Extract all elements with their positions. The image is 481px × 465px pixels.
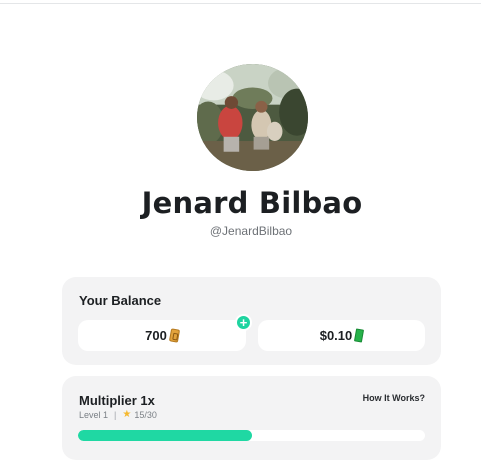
level-row: Level 1 | ★ 15/30 — [79, 409, 157, 420]
top-divider — [0, 3, 481, 4]
coin-balance-value: 700 — [145, 328, 167, 343]
cash-balance[interactable]: $0.10 — [258, 320, 425, 351]
profile-handle: @JenardBilbao — [209, 224, 293, 238]
multiplier-progress-bar — [78, 430, 425, 441]
multiplier-title: Multiplier 1x — [79, 393, 155, 408]
avatar[interactable] — [197, 64, 308, 171]
profile-photo — [197, 64, 308, 171]
multiplier-progress-fill — [78, 430, 252, 441]
star-icon: ★ — [122, 409, 132, 420]
xp-count: 15/30 — [134, 409, 157, 420]
level-separator: | — [114, 409, 117, 420]
coin-balance[interactable]: 700 — [78, 320, 246, 351]
plus-icon: + — [239, 315, 248, 330]
gold-ticket-icon — [168, 328, 180, 343]
balance-title: Your Balance — [79, 293, 162, 308]
multiplier-card: Multiplier 1x How It Works? Level 1 | ★ … — [62, 376, 441, 460]
cash-balance-value: $0.10 — [319, 328, 353, 343]
how-it-works-link[interactable]: How It Works? — [363, 393, 425, 403]
profile-name: Jenard Bilbao — [141, 186, 363, 220]
cash-bill-icon — [354, 328, 365, 343]
balance-card: Your Balance 700 + $0.10 — [62, 277, 441, 365]
add-funds-button[interactable]: + — [235, 314, 252, 331]
level-label: Level 1 — [79, 409, 109, 420]
